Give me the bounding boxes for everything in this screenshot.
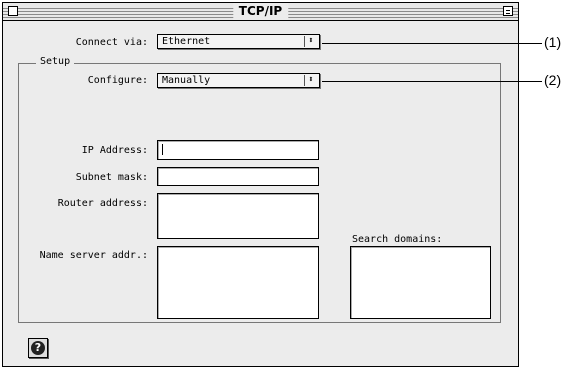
subnet-mask-field[interactable] <box>157 167 319 186</box>
window-title: TCP/IP <box>232 3 289 20</box>
configure-label: Configure: <box>87 75 148 86</box>
help-icon: ? <box>31 341 45 355</box>
ip-address-field[interactable] <box>157 140 319 160</box>
text-cursor <box>162 144 163 155</box>
callout-line-1 <box>322 43 542 44</box>
search-domains-field[interactable] <box>350 246 491 319</box>
setup-group-label: Setup <box>36 56 75 67</box>
subnet-mask-label: Subnet mask: <box>75 172 148 183</box>
close-box-icon[interactable] <box>8 6 18 16</box>
callout-line-2 <box>322 81 542 82</box>
zoom-box-icon[interactable] <box>503 6 513 16</box>
popup-arrows-icon: ⬍ <box>304 75 317 86</box>
name-server-field[interactable] <box>157 246 319 319</box>
router-address-field[interactable] <box>157 193 319 239</box>
ip-address-label: IP Address: <box>81 145 148 156</box>
callout-1: (1) <box>544 34 562 50</box>
connect-via-value: Ethernet <box>162 36 211 47</box>
connect-via-label: Connect via: <box>75 37 148 48</box>
search-domains-label: Search domains: <box>352 234 443 245</box>
popup-arrows-icon: ⬍ <box>304 36 317 47</box>
router-address-label: Router address: <box>57 198 148 209</box>
connect-via-popup[interactable]: Ethernet ⬍ <box>157 34 320 49</box>
name-server-label: Name server addr.: <box>39 250 148 261</box>
callout-2: (2) <box>544 72 562 88</box>
configure-value: Manually <box>162 75 211 86</box>
title-bar[interactable]: TCP/IP <box>3 3 518 21</box>
configure-popup[interactable]: Manually ⬍ <box>157 73 320 88</box>
help-button[interactable]: ? <box>28 338 48 358</box>
